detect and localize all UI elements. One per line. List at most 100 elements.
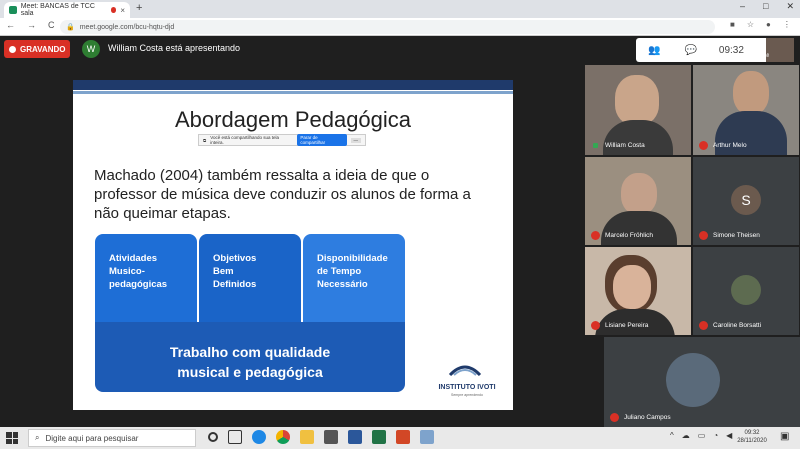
participant-body	[601, 211, 677, 245]
people-icon[interactable]: 👥	[648, 45, 660, 56]
recording-label: GRAVANDO	[20, 44, 66, 54]
box-line: de Tempo	[317, 266, 362, 277]
slide-box-activities: Atividades Musico- pedagógicas	[95, 234, 197, 322]
participant-tile[interactable]: Caroline Borsatti	[693, 247, 799, 335]
browser-tab[interactable]: Meet: BANCAS de TCC sala ×	[4, 2, 130, 18]
share-screen-icon: ⧉	[203, 137, 207, 143]
logo-text: INSTITUTO IVOTI	[438, 384, 496, 391]
close-tab-icon[interactable]: ×	[120, 6, 125, 15]
taskbar-search-input[interactable]: ⌕ Digite aqui para pesquisar	[28, 429, 196, 447]
box-line: Necessário	[317, 279, 368, 290]
chat-icon[interactable]: 💬	[684, 45, 696, 56]
clock-time: 09:32	[744, 430, 760, 436]
participant-video	[615, 75, 659, 125]
participant-name: William Costa	[605, 142, 645, 149]
slide-box-objectives: Objetivos Bem Definidos	[199, 234, 301, 322]
profile-icon[interactable]: ●	[766, 20, 771, 29]
participant-body	[603, 120, 673, 155]
tray-expand-icon[interactable]: ^	[670, 431, 674, 440]
notifications-icon[interactable]: ▣	[780, 431, 789, 442]
slide-box-time: Disponibilidade de Tempo Necessário	[303, 234, 405, 322]
conclusion-line: musical e pedagógica	[177, 364, 323, 380]
mail-icon[interactable]	[324, 430, 338, 444]
mic-on-icon	[591, 141, 600, 150]
participant-tile[interactable]: S Simone Theisen	[693, 157, 799, 245]
mic-off-icon	[699, 141, 708, 150]
meet-favicon-icon	[9, 6, 17, 14]
battery-icon[interactable]: ▭	[698, 431, 706, 440]
excel-icon[interactable]	[372, 430, 386, 444]
taskbar-clock[interactable]: 09:32 28/11/2020	[730, 429, 774, 445]
camera-icon[interactable]: ■	[730, 20, 735, 29]
recording-dot-icon	[110, 7, 117, 13]
stop-sharing-button[interactable]: Parar de compartilhar	[297, 134, 347, 146]
participant-name: Arthur Melo	[713, 142, 747, 149]
close-window-button[interactable]: ✕	[786, 1, 794, 12]
box-line: Atividades	[109, 253, 158, 264]
reload-button[interactable]: C	[48, 20, 55, 30]
recording-badge: GRAVANDO	[4, 40, 70, 58]
participant-name: Marcelo Fröhlich	[605, 232, 654, 239]
clock-date: 28/11/2020	[737, 438, 767, 444]
participant-tile[interactable]: Juliano Campos	[604, 337, 800, 427]
window-controls: – □ ✕	[740, 1, 794, 12]
cortana-icon[interactable]	[208, 432, 218, 442]
participant-tile[interactable]: Marcelo Fröhlich	[585, 157, 691, 245]
slide-conclusion-box: Trabalho com qualidade musical e pedagóg…	[95, 322, 405, 392]
participant-tile[interactable]: Arthur Melo	[693, 65, 799, 155]
presenter-status: William Costa está apresentando	[108, 43, 241, 53]
participant-video	[613, 265, 651, 309]
participant-avatar: S	[731, 185, 761, 215]
presenter-avatar: W	[82, 40, 100, 58]
nav-buttons: ← → C	[6, 20, 55, 30]
hide-banner-button[interactable]: —	[350, 137, 361, 143]
self-label: Você	[758, 53, 770, 59]
conclusion-line: Trabalho com qualidade	[169, 344, 331, 360]
windows-start-icon[interactable]	[6, 432, 18, 444]
participant-tile[interactable]: Lisiane Pereira	[585, 247, 691, 335]
file-explorer-icon[interactable]	[300, 430, 314, 444]
lock-icon: 🔒	[66, 24, 75, 31]
back-button[interactable]: ←	[6, 20, 15, 30]
powerpoint-icon[interactable]	[396, 430, 410, 444]
url-text: meet.google.com/bcu-hqtu-djd	[79, 23, 175, 31]
new-tab-button[interactable]: +	[136, 2, 142, 14]
slide-body-text: Machado (2004) também ressalta a ideia d…	[94, 167, 471, 222]
mic-off-icon	[699, 231, 708, 240]
minimize-button[interactable]: –	[740, 1, 745, 12]
network-icon[interactable]: ◔	[713, 431, 718, 440]
tab-title: Meet: BANCAS de TCC sala	[20, 3, 95, 17]
edge-icon[interactable]	[252, 430, 266, 444]
maximize-button[interactable]: □	[763, 1, 768, 12]
forward-button[interactable]: →	[27, 20, 36, 30]
share-banner: ⧉ Você está compartilhando sua tela inte…	[198, 134, 366, 146]
bookmark-star-icon[interactable]: ☆	[747, 20, 754, 29]
chrome-icon[interactable]	[276, 430, 290, 444]
url-field[interactable]: 🔒 meet.google.com/bcu-hqtu-djd	[60, 20, 715, 34]
logo-subtitle: Sempre aprendendo	[451, 393, 483, 397]
box-line: Bem	[213, 266, 234, 277]
self-view[interactable]	[766, 38, 794, 62]
system-tray: ^ ☁ ▭ ◔ ◀	[670, 431, 732, 440]
search-icon: ⌕	[35, 433, 40, 442]
mic-off-icon	[591, 321, 600, 330]
box-line: pedagógicas	[109, 279, 168, 290]
task-view-icon[interactable]	[228, 430, 242, 444]
participant-name: Simone Theisen	[713, 232, 760, 239]
slide-title: Abordagem Pedagógica	[174, 107, 412, 132]
paint-icon[interactable]	[420, 430, 434, 444]
box-line: Musico-	[109, 266, 145, 277]
mic-off-icon	[610, 413, 619, 422]
participant-name: Juliano Campos	[624, 414, 671, 421]
menu-dots-icon[interactable]: ⋮	[783, 20, 791, 29]
taskbar-apps	[208, 430, 434, 444]
participant-video	[621, 173, 657, 215]
box-line: Definidos	[213, 279, 257, 290]
institute-logo-icon	[448, 365, 482, 377]
participant-tile[interactable]: William Costa	[585, 65, 691, 155]
cloud-icon[interactable]: ☁	[682, 431, 690, 440]
mic-off-icon	[591, 231, 600, 240]
slide-header-bar	[73, 80, 513, 90]
share-banner-text: Você está compartilhando sua tela inteir…	[210, 135, 280, 145]
word-icon[interactable]	[348, 430, 362, 444]
